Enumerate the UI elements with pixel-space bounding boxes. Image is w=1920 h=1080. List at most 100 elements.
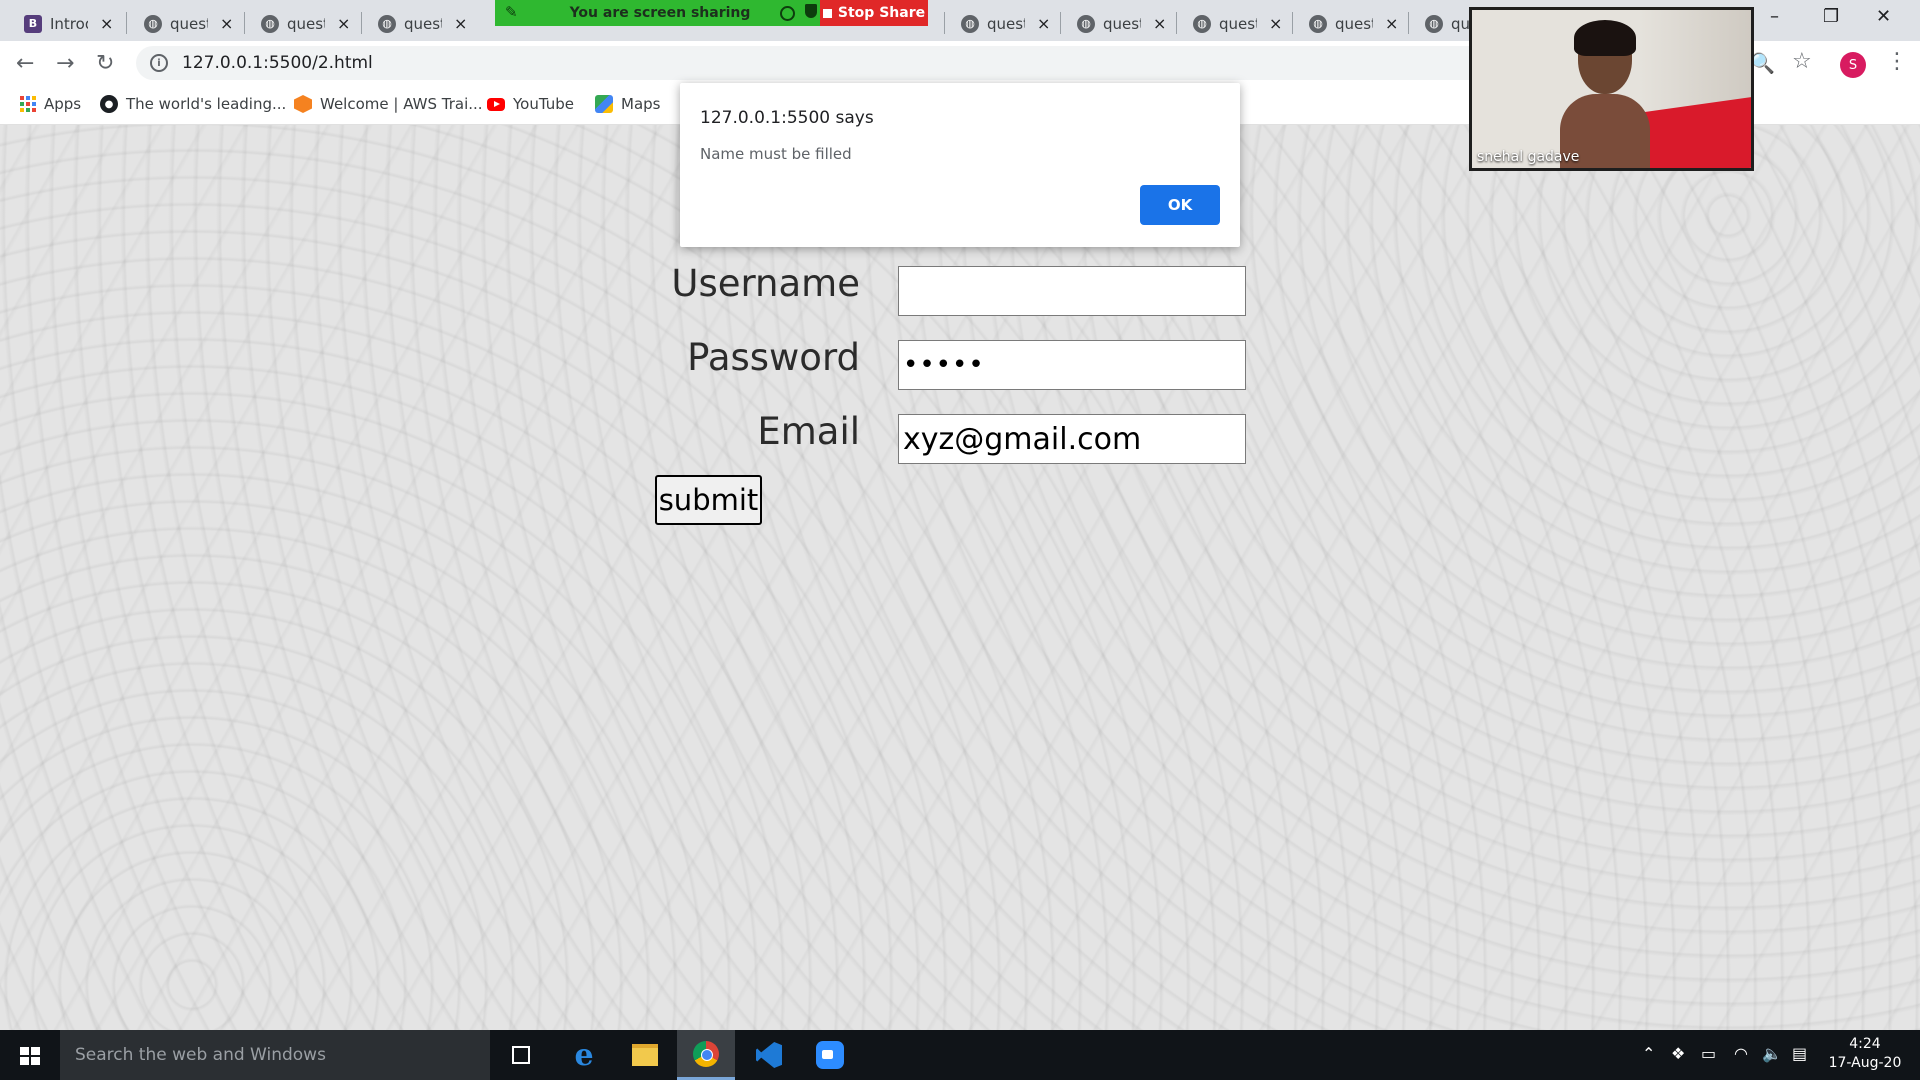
tab-separator (361, 12, 362, 34)
file-explorer-icon (632, 1044, 658, 1066)
tab-separator (944, 12, 945, 34)
email-input[interactable]: xyz@gmail.com (898, 414, 1246, 464)
globe-icon: ◍ (378, 14, 396, 33)
globe-icon: ◍ (261, 14, 279, 33)
username-input[interactable] (898, 266, 1246, 316)
tab-2[interactable]: ◍ quest × (130, 6, 242, 41)
minimize-button[interactable]: – (1770, 6, 1779, 27)
profile-avatar[interactable]: S (1840, 52, 1866, 78)
globe-icon: ◍ (1425, 14, 1443, 33)
participant-name: snehal gadave (1477, 149, 1580, 165)
restore-button[interactable]: ❐ (1823, 6, 1839, 27)
vscode-app[interactable] (740, 1030, 798, 1080)
bookmark-label: The world's leading... (126, 95, 287, 113)
close-window-button[interactable]: ✕ (1876, 6, 1891, 27)
bookmark-youtube[interactable]: YouTube (487, 95, 574, 113)
tab-separator (1176, 12, 1177, 34)
aws-icon (294, 95, 312, 113)
globe-icon: ◍ (961, 14, 979, 33)
url-text[interactable]: 127.0.0.1:5500/2.html (182, 53, 373, 73)
tab-separator (126, 12, 127, 34)
reload-icon[interactable]: ↻ (96, 51, 114, 76)
tab-9[interactable]: ◍ qu (1411, 6, 1471, 41)
close-icon[interactable]: × (1269, 14, 1282, 33)
edge-icon: e (574, 1037, 594, 1073)
tab-title: quest (170, 14, 208, 33)
globe-icon: ◍ (1193, 14, 1211, 33)
notifications-icon[interactable]: ▤ (1792, 1044, 1807, 1063)
video-call-thumbnail[interactable]: snehal gadave (1469, 7, 1754, 171)
globe-icon: ◍ (144, 14, 162, 33)
volume-icon[interactable]: 🔈 (1762, 1044, 1782, 1063)
wifi-icon[interactable]: ◠ (1734, 1044, 1748, 1063)
pencil-icon[interactable]: ✎ (505, 3, 518, 21)
tab-6[interactable]: ◍ quest × (1063, 6, 1175, 41)
submit-button[interactable]: submit (655, 475, 762, 525)
tab-title: quest (404, 14, 442, 33)
tab-title: quest (987, 14, 1025, 33)
taskbar-search[interactable]: Search the web and Windows (60, 1030, 490, 1080)
bookmark-maps[interactable]: Maps (595, 95, 660, 113)
apps-grid-icon (20, 96, 36, 112)
dropbox-icon[interactable]: ❖ (1671, 1044, 1685, 1063)
bookmark-label: Welcome | AWS Trai... (320, 95, 483, 113)
tab-8[interactable]: ◍ quest × (1295, 6, 1407, 41)
tab-4[interactable]: ◍ quest × (364, 6, 476, 41)
stop-share-button[interactable]: Stop Share (820, 0, 928, 26)
chrome-app[interactable] (677, 1030, 735, 1080)
task-view-icon (512, 1046, 530, 1064)
zoom-app[interactable] (801, 1030, 859, 1080)
close-icon[interactable]: × (1385, 14, 1398, 33)
screen-sharing-text: You are screen sharing (569, 5, 751, 21)
tab-1[interactable]: B Introd × (10, 6, 122, 41)
close-icon[interactable]: × (220, 14, 233, 33)
close-icon[interactable]: × (100, 14, 113, 33)
tab-3[interactable]: ◍ quest × (247, 6, 359, 41)
bootstrap-icon: B (24, 14, 42, 33)
email-label: Email (757, 410, 860, 453)
bookmark-label: Apps (44, 95, 82, 113)
tab-5[interactable]: ◍ quest × (947, 6, 1059, 41)
menu-dots-icon[interactable]: ⋮ (1886, 49, 1908, 74)
bookmark-apps[interactable]: Apps (20, 95, 81, 113)
battery-icon[interactable]: ▭ (1701, 1044, 1716, 1063)
record-icon[interactable] (780, 6, 795, 21)
tab-separator (244, 12, 245, 34)
tab-separator (1408, 12, 1409, 34)
bookmark-label: YouTube (513, 95, 574, 113)
dialog-message: Name must be filled (700, 145, 852, 163)
maps-icon (595, 95, 613, 113)
stop-icon (822, 8, 832, 18)
info-icon[interactable]: i (150, 54, 168, 72)
password-input[interactable]: ••••• (898, 340, 1246, 390)
participant-hair (1574, 20, 1636, 56)
windows-start-icon[interactable] (20, 1047, 40, 1065)
screen-sharing-banner: ✎ You are screen sharing (495, 0, 825, 26)
close-icon[interactable]: × (454, 14, 467, 33)
forward-arrow-icon[interactable]: → (56, 51, 74, 76)
page-background: Username Password ••••• Email xyz@gmail.… (0, 125, 1920, 1030)
bookmark-github[interactable]: ● The world's leading... (100, 95, 286, 113)
stop-share-label: Stop Share (837, 5, 926, 21)
vscode-icon (756, 1042, 782, 1068)
dialog-title: 127.0.0.1:5500 says (700, 108, 874, 128)
ok-button[interactable]: OK (1140, 185, 1220, 225)
tab-7[interactable]: ◍ quest × (1179, 6, 1291, 41)
back-arrow-icon[interactable]: ← (16, 51, 34, 76)
windows-taskbar: Search the web and Windows e ⌃ ❖ ▭ ◠ 🔈 ▤… (0, 1030, 1920, 1080)
taskbar-clock[interactable]: 4:24 17-Aug-20 (1820, 1035, 1910, 1073)
tab-title: quest (1103, 14, 1141, 33)
close-icon[interactable]: × (1037, 14, 1050, 33)
username-label: Username (671, 262, 860, 305)
star-icon[interactable]: ☆ (1792, 49, 1812, 74)
bookmark-aws[interactable]: Welcome | AWS Trai... (294, 95, 483, 113)
close-icon[interactable]: × (337, 14, 350, 33)
task-view-button[interactable] (492, 1030, 550, 1080)
close-icon[interactable]: × (1153, 14, 1166, 33)
alert-dialog: 127.0.0.1:5500 says Name must be filled … (680, 83, 1240, 247)
shield-icon[interactable] (805, 4, 817, 18)
password-label: Password (687, 336, 860, 379)
chevron-up-icon[interactable]: ⌃ (1642, 1044, 1655, 1063)
edge-app[interactable]: e (555, 1030, 613, 1080)
file-explorer-app[interactable] (616, 1030, 674, 1080)
